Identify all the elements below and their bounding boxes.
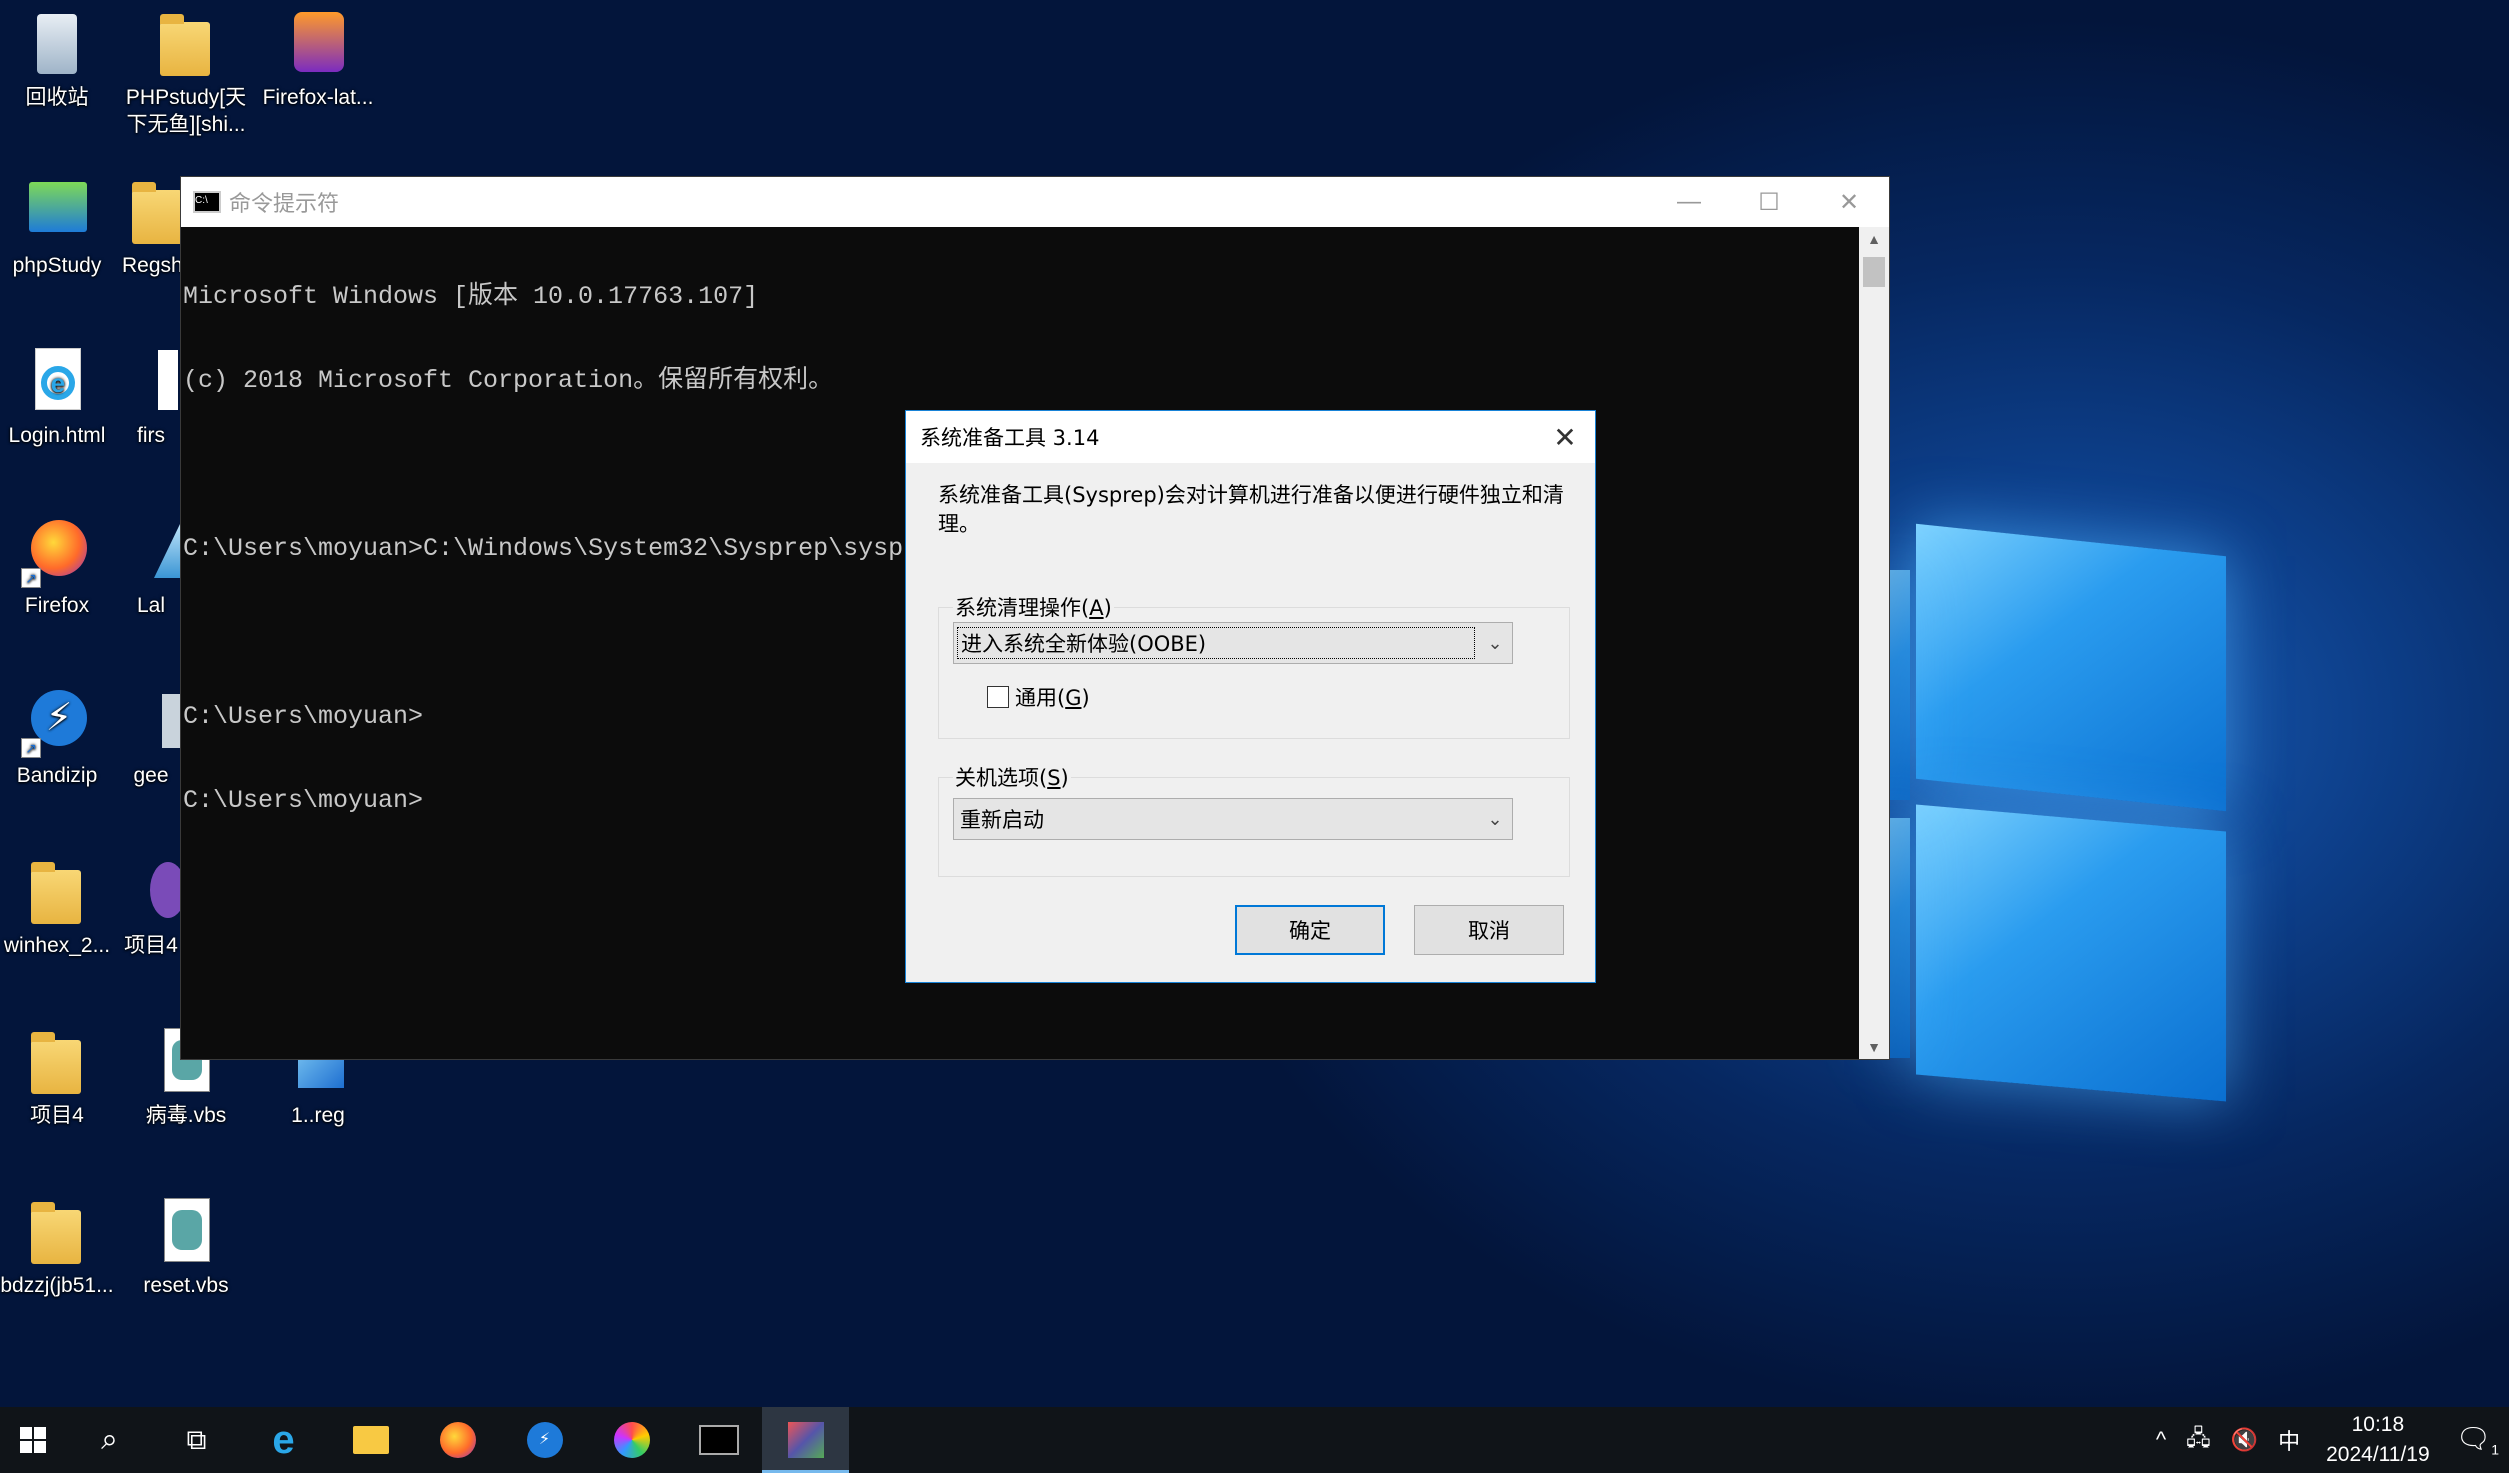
shutdown-options-select[interactable]: 重新启动 ⌄	[953, 798, 1513, 840]
chevron-down-icon: ⌄	[1487, 808, 1503, 830]
bandizip-icon: ⚡	[526, 1422, 563, 1458]
vertical-scrollbar[interactable]: ▲ ▼	[1859, 227, 1889, 1059]
dialog-close-button[interactable]: ✕	[1535, 421, 1595, 454]
show-hidden-icons-button[interactable]: ^	[2156, 1427, 2166, 1453]
bandizip-icon: ⚡ ↗	[21, 686, 93, 758]
vbs-script-icon	[150, 1196, 222, 1268]
scroll-down-icon[interactable]: ▼	[1859, 1039, 1889, 1055]
search-icon: ⌕	[101, 1423, 118, 1456]
file-icon	[122, 176, 180, 248]
generalize-checkbox[interactable]: 通用(G)	[987, 682, 1090, 712]
taskbar-cmd[interactable]	[675, 1407, 762, 1473]
task-view-button[interactable]: ⧉	[153, 1407, 240, 1473]
cleanup-action-label: 系统清理操作(A)	[953, 592, 1114, 622]
desktop-icon-firefox[interactable]: ↗ Firefox	[0, 516, 121, 619]
folder-icon	[21, 1196, 93, 1268]
app-icon	[122, 856, 180, 928]
app-icon	[122, 686, 180, 758]
desktop-icon-xiangmu4-app[interactable]: 项目4	[122, 856, 180, 959]
console-line: Microsoft Windows [版本 10.0.17763.107]	[183, 282, 759, 311]
chevron-down-icon: ⌄	[1487, 632, 1503, 654]
minimize-button[interactable]: —	[1649, 188, 1729, 217]
dialog-title: 系统准备工具 3.14	[920, 426, 1100, 450]
desktop-icon-phpstudy[interactable]: phpStudy	[0, 176, 121, 279]
desktop-icon-firefox-installer[interactable]: Firefox-lat...	[254, 8, 382, 111]
ok-button[interactable]: 确定	[1235, 905, 1385, 955]
cmd-title: 命令提示符	[229, 191, 340, 216]
network-icon[interactable]: 🖧	[2186, 1421, 2211, 1459]
file-explorer-icon	[352, 1426, 389, 1454]
app-icon	[122, 516, 180, 588]
desktop-icon-winhex[interactable]: winhex_2...	[0, 856, 121, 959]
dialog-titlebar[interactable]: 系统准备工具 3.14 ✕	[906, 411, 1595, 463]
desktop-icon-regsh[interactable]: Regsh	[122, 176, 180, 279]
task-view-icon: ⧉	[186, 1423, 207, 1455]
dialog-description: 系统准备工具(Sysprep)会对计算机进行准备以便进行硬件独立和清理。	[938, 483, 1564, 536]
cmd-icon	[698, 1425, 739, 1455]
system-tray: ^ 🖧 🔇 中 10:18 2024/11/19 🗨1	[2146, 1410, 2509, 1470]
close-button[interactable]: ✕	[1809, 188, 1889, 217]
console-line: (c) 2018 Microsoft Corporation。保留所有权利。	[183, 366, 834, 395]
taskbar: ⌕ ⧉ e ⚡ ^ 🖧 🔇 中 10:18 2024/11/19 🗨1	[0, 1407, 2509, 1473]
scroll-thumb[interactable]	[1863, 257, 1885, 287]
ie-document-icon: e	[21, 346, 93, 418]
clock[interactable]: 10:18 2024/11/19	[2326, 1410, 2430, 1470]
desktop-icon-recycle-bin[interactable]: 回收站	[0, 8, 121, 111]
browser-icon	[613, 1422, 650, 1458]
taskbar-bandizip[interactable]: ⚡	[501, 1407, 588, 1473]
search-button[interactable]: ⌕	[66, 1407, 153, 1473]
folder-icon	[21, 856, 93, 928]
desktop-icon-login-html[interactable]: e Login.html	[0, 346, 121, 449]
taskbar-file-explorer[interactable]	[327, 1407, 414, 1473]
taskbar-ie[interactable]: e	[240, 1407, 327, 1473]
action-center-button[interactable]: 🗨1	[2456, 1422, 2499, 1458]
cmd-icon: C:\	[193, 191, 221, 213]
sysprep-icon	[787, 1422, 824, 1458]
notification-count: 1	[2491, 1441, 2499, 1458]
desktop-icon-bdzzj[interactable]: bdzzj(jb51...	[0, 1196, 121, 1299]
folder-icon	[150, 8, 222, 80]
desktop-icon-phpstudy-folder[interactable]: PHPstudy[天下无鱼][shi...	[122, 8, 250, 138]
folder-icon	[21, 1026, 93, 1098]
firefox-icon	[439, 1422, 476, 1458]
desktop-icon-xiangmu4-folder[interactable]: 项目4	[0, 1026, 121, 1129]
desktop-icon-lal[interactable]: Lal	[122, 516, 180, 619]
start-button[interactable]	[0, 1407, 66, 1473]
volume-muted-icon[interactable]: 🔇	[2231, 1427, 2258, 1453]
checkbox-box[interactable]	[987, 686, 1009, 708]
taskbar-firefox[interactable]	[414, 1407, 501, 1473]
cleanup-action-group: 系统清理操作(A) 进入系统全新体验(OOBE) ⌄ 通用(G)	[938, 592, 1570, 739]
recycle-bin-icon	[21, 8, 93, 80]
taskbar-browser[interactable]	[588, 1407, 675, 1473]
start-icon	[20, 1427, 46, 1453]
shutdown-options-label: 关机选项(S)	[953, 762, 1071, 792]
clock-date: 2024/11/19	[2326, 1443, 2430, 1466]
cmd-titlebar[interactable]: C:\ 命令提示符 — ☐ ✕	[181, 177, 1889, 227]
firefox-installer-icon	[282, 8, 354, 80]
phpstudy-icon	[21, 176, 93, 248]
desktop-icon-reset-vbs[interactable]: reset.vbs	[122, 1196, 250, 1299]
sysprep-dialog[interactable]: 系统准备工具 3.14 ✕ 系统准备工具(Sysprep)会对计算机进行准备以便…	[905, 410, 1596, 983]
file-icon	[122, 346, 180, 418]
desktop-icon-firs[interactable]: firs	[122, 346, 180, 449]
scroll-up-icon[interactable]: ▲	[1859, 231, 1889, 247]
cancel-button[interactable]: 取消	[1414, 905, 1564, 955]
maximize-button[interactable]: ☐	[1729, 188, 1809, 217]
desktop-icon-bandizip[interactable]: ⚡ ↗ Bandizip	[0, 686, 121, 789]
taskbar-sysprep[interactable]	[762, 1407, 849, 1473]
clock-time: 10:18	[2351, 1413, 2405, 1436]
firefox-icon: ↗	[21, 516, 93, 588]
shutdown-options-group: 关机选项(S) 重新启动 ⌄	[938, 762, 1570, 877]
generalize-label: 通用(G)	[1015, 686, 1090, 710]
ie-icon: e	[272, 1417, 295, 1462]
desktop-icon-gee[interactable]: gee	[122, 686, 180, 789]
cleanup-action-select[interactable]: 进入系统全新体验(OOBE) ⌄	[953, 622, 1513, 664]
ime-indicator[interactable]: 中	[2278, 1424, 2300, 1456]
